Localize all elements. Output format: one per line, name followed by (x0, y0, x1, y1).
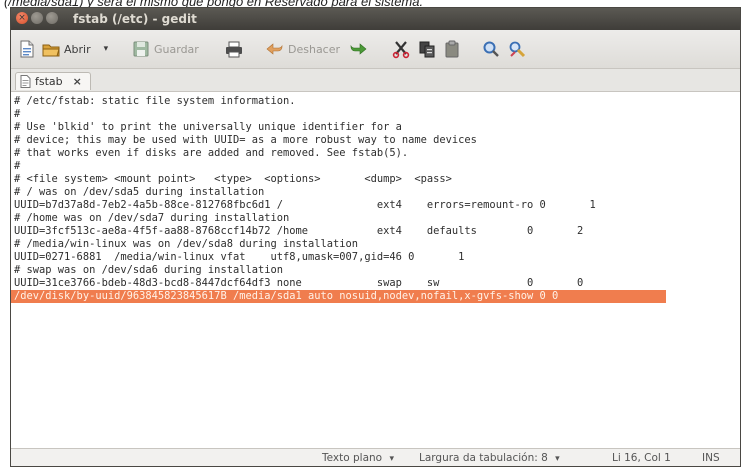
language-dropdown-icon: ▾ (389, 454, 394, 464)
print-icon (224, 39, 244, 59)
tab-fstab[interactable]: fstab × (15, 72, 91, 90)
editor-line: # /home was on /dev/sda7 during installa… (14, 212, 290, 224)
replace-button[interactable] (507, 38, 527, 60)
paste-clipboard-icon (442, 39, 462, 59)
maximize-window-button[interactable] (46, 12, 58, 24)
tab-label: fstab (35, 75, 63, 88)
tab-width-label: Largura da tabulación: 8 (419, 452, 548, 464)
redo-button[interactable] (348, 38, 368, 60)
editor-line: # (14, 108, 21, 120)
undo-arrow-icon (265, 39, 285, 59)
editor-line: # (14, 160, 21, 172)
text-editor[interactable]: # /etc/fstab: static file system informa… (11, 92, 740, 449)
undo-button[interactable]: Deshacer (265, 38, 340, 60)
scissors-icon (391, 39, 411, 59)
editor-line-selected: /dev/disk/by-uuid/963845823845617B /medi… (11, 290, 666, 303)
find-replace-icon (507, 39, 527, 59)
insert-mode: INS (702, 452, 720, 464)
editor-line: UUID=3fcf513c-ae8a-4f5f-aa88-8768ccf14b7… (14, 225, 584, 237)
tab-width-dropdown-icon: ▾ (555, 454, 560, 464)
save-button[interactable]: Guardar (131, 38, 199, 60)
editor-line: # device; this may be used with UUID= as… (14, 134, 477, 146)
editor-line: # /media/win-linux was on /dev/sda8 duri… (14, 238, 359, 250)
new-document-icon (17, 39, 37, 59)
editor-line: # <file system> <mount point> <type> <op… (14, 173, 452, 185)
open-label: Abrir (64, 42, 91, 56)
cursor-position: Li 16, Col 1 (612, 452, 671, 464)
tab-width-selector[interactable]: Largura da tabulación: 8 ▾ (419, 452, 560, 464)
search-icon (481, 39, 501, 59)
save-label: Guardar (154, 42, 199, 56)
print-button[interactable] (224, 38, 244, 60)
editor-line: # swap was on /dev/sda6 during installat… (14, 264, 283, 276)
editor-line: UUID=0271-6881 /media/win-linux vfat utf… (14, 251, 465, 263)
gedit-window: × fstab (/etc) - gedit Abrir ▾ Guardar D… (10, 7, 741, 467)
editor-line: # Use 'blkid' to print the universally u… (14, 121, 402, 133)
title-bar[interactable]: × fstab (/etc) - gedit (11, 8, 740, 30)
text-file-icon (20, 75, 31, 88)
minimize-window-button[interactable] (31, 12, 43, 24)
new-button[interactable] (17, 38, 37, 60)
status-bar: Texto plano ▾ Largura da tabulación: 8 ▾… (11, 449, 740, 466)
editor-line: UUID=b7d37a8d-7eb2-4a5b-88ce-812768fbc6d… (14, 199, 596, 211)
language-label: Texto plano (322, 452, 383, 464)
close-window-button[interactable]: × (16, 12, 28, 24)
toolbar: Abrir ▾ Guardar Deshacer (11, 30, 740, 69)
close-tab-icon[interactable]: × (73, 75, 82, 88)
paste-button[interactable] (442, 38, 462, 60)
save-icon (131, 39, 151, 59)
redo-arrow-icon (348, 39, 368, 59)
editor-line: # that works even if disks are added and… (14, 147, 409, 159)
window-title: fstab (/etc) - gedit (73, 12, 197, 26)
editor-line: UUID=31ce3766-bdeb-48d3-bcd8-8447dcf64df… (14, 277, 584, 289)
document-tab-bar: fstab × (11, 69, 740, 92)
cut-button[interactable] (391, 38, 411, 60)
copy-icon (417, 39, 437, 59)
copy-button[interactable] (417, 38, 437, 60)
editor-line: # / was on /dev/sda5 during installation (14, 186, 265, 198)
open-dropdown-arrow-icon[interactable]: ▾ (104, 44, 109, 54)
language-selector[interactable]: Texto plano ▾ (322, 452, 394, 464)
undo-label: Deshacer (288, 42, 341, 56)
find-button[interactable] (481, 38, 501, 60)
editor-line: # /etc/fstab: static file system informa… (14, 95, 296, 107)
open-button[interactable]: Abrir ▾ (41, 38, 108, 60)
open-folder-icon (41, 39, 61, 59)
window-controls: × (16, 12, 58, 24)
